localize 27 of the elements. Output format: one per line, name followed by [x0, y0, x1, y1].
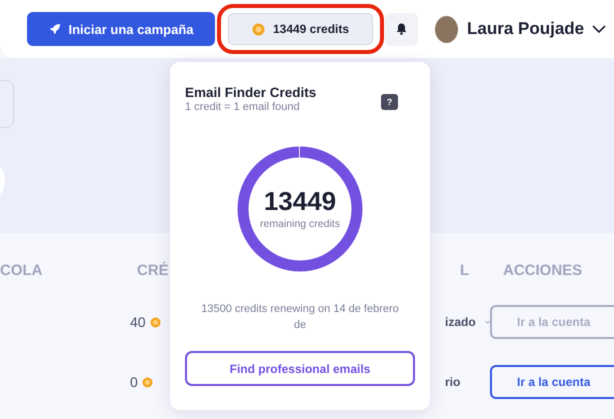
chevron-down-icon[interactable] — [592, 25, 606, 33]
remaining-credits-label: remaining credits — [260, 218, 340, 230]
credits-button[interactable]: 13449 credits — [228, 13, 373, 45]
coin-icon — [252, 22, 265, 36]
start-campaign-button[interactable]: Iniciar una campaña — [27, 12, 215, 46]
column-header: CRÉ — [136, 262, 170, 278]
credits-value: 40 — [130, 314, 146, 330]
coin-icon — [150, 316, 161, 328]
coin-icon — [142, 376, 153, 388]
notifications-button[interactable] — [385, 12, 418, 46]
column-header: L — [459, 262, 470, 278]
remaining-credits-value: 13449 — [264, 188, 336, 214]
credits-value: 0 — [130, 374, 138, 390]
help-button[interactable]: ? — [381, 94, 398, 110]
column-header: COLA — [0, 262, 44, 278]
user-name[interactable]: Laura Poujade — [467, 19, 584, 39]
rocket-icon — [48, 23, 60, 35]
bell-icon — [396, 23, 407, 35]
avatar[interactable] — [435, 16, 458, 42]
status-text: rio — [445, 375, 460, 389]
find-emails-button[interactable]: Find professional emails — [185, 351, 415, 386]
popover-title: Email Finder Credits — [185, 85, 316, 100]
go-to-account-button[interactable]: Ir a la cuenta — [490, 365, 614, 399]
status-text: izado — [445, 315, 476, 329]
column-header: ACCIONES — [502, 262, 584, 278]
popover-subtitle: 1 credit = 1 email found — [185, 101, 301, 113]
renewal-text: 13500 credits renewing on 14 de febrero de — [200, 302, 400, 333]
